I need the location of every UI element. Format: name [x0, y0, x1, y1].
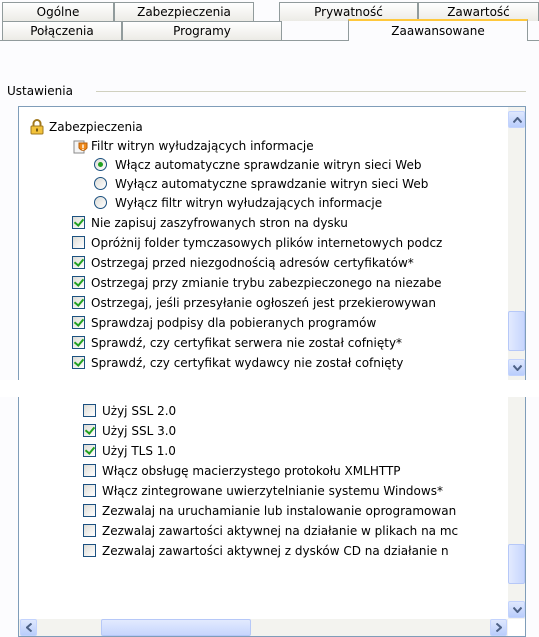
- list-item-label: Sprawdź, czy certyfikat wydawcy nie zost…: [91, 356, 404, 370]
- scroll-thumb[interactable]: [508, 544, 525, 584]
- checkbox-active-content-cd[interactable]: Zezwalaj zawartości aktywnej z dysków CD…: [19, 541, 501, 561]
- checkbox-do-not-save-encrypted[interactable]: Nie zapisuj zaszyfrowanych stron na dysk…: [19, 213, 501, 233]
- checkbox[interactable]: [83, 464, 96, 477]
- radio-button[interactable]: [94, 177, 107, 190]
- checkbox-use-ssl-3[interactable]: Użyj SSL 3.0: [19, 421, 501, 441]
- vertical-scrollbar[interactable]: [508, 107, 525, 380]
- internet-options-dialog-top: Ogólne Zabezpieczenia Prywatność Zawarto…: [0, 0, 539, 380]
- list-item-label: Wyłącz filtr witryn wyłudzających inform…: [115, 196, 383, 210]
- checkbox[interactable]: [72, 236, 85, 249]
- chevron-up-icon: [513, 117, 522, 123]
- checkbox[interactable]: [72, 276, 85, 289]
- checkbox-check-server-cert-revocation[interactable]: Sprawdź, czy certyfikat serwera nie zost…: [19, 333, 501, 353]
- checkbox[interactable]: [83, 444, 96, 457]
- radio-button[interactable]: [94, 196, 107, 209]
- list-item-group-phishing-filter[interactable]: Filtr witryn wyłudzających informacje: [19, 136, 499, 156]
- list-item-label: Włącz obsługę macierzystego protokołu XM…: [102, 464, 401, 478]
- scroll-thumb[interactable]: [508, 311, 525, 351]
- scroll-down-button[interactable]: [508, 601, 525, 618]
- checkbox-check-download-signatures[interactable]: Sprawdzaj podpisy dla pobieranych progra…: [19, 313, 501, 333]
- chevron-right-icon: [496, 623, 502, 632]
- chevron-left-icon: [26, 623, 32, 632]
- list-item-label: Włącz zintegrowane uwierzytelnianie syst…: [102, 484, 443, 498]
- settings-group-label: Ustawienia: [7, 84, 77, 98]
- list-item-label: Wyłącz automatyczne sprawdzanie witryn s…: [115, 177, 429, 191]
- list-item-label: Opróżnij folder tymczasowych plików inte…: [91, 236, 443, 250]
- checkbox[interactable]: [72, 296, 85, 309]
- settings-tree-list-top[interactable]: Zabezpieczenia Filtr witryn wyłudzającyc…: [18, 106, 526, 380]
- checkbox[interactable]: [72, 356, 85, 369]
- horizontal-scrollbar[interactable]: [19, 619, 508, 636]
- checkbox-use-tls-1[interactable]: Użyj TLS 1.0: [19, 441, 501, 461]
- chevron-down-icon: [513, 365, 522, 371]
- checkbox-warn-cert-mismatch[interactable]: Ostrzegaj przed niezgodnością adresów ce…: [19, 253, 501, 273]
- chevron-down-icon: [513, 607, 522, 613]
- checkbox-check-publisher-cert-revocation[interactable]: Sprawdź, czy certyfikat wydawcy nie zost…: [19, 353, 501, 373]
- list-item-label: Sprawdź, czy certyfikat serwera nie zost…: [91, 336, 403, 350]
- checkbox[interactable]: [72, 316, 85, 329]
- list-item-category-security[interactable]: Zabezpieczenia: [19, 117, 499, 137]
- checkbox-warn-post-redirect[interactable]: Ostrzegaj, jeśli przesyłanie ogłoszeń je…: [19, 293, 501, 313]
- radio-button[interactable]: [94, 158, 107, 171]
- tab-connections[interactable]: Połączenia: [2, 21, 122, 40]
- settings-tree-list-bottom[interactable]: Użyj SSL 2.0 Użyj SSL 3.0 Użyj TLS 1.0 W…: [18, 397, 526, 637]
- tab-programs[interactable]: Programy: [122, 21, 282, 40]
- lock-icon: [30, 119, 44, 135]
- vertical-scrollbar[interactable]: [508, 397, 525, 619]
- scroll-down-button[interactable]: [508, 359, 525, 376]
- list-item-label: Nie zapisuj zaszyfrowanych stron na dysk…: [91, 216, 348, 230]
- list-item-label: Sprawdzaj podpisy dla pobieranych progra…: [91, 316, 377, 330]
- list-item-label: Zezwalaj na uruchamianie lub instalowani…: [102, 504, 457, 518]
- checkbox-use-ssl-2[interactable]: Użyj SSL 2.0: [19, 401, 501, 421]
- tab-advanced[interactable]: Zaawansowane: [348, 19, 528, 41]
- checkbox-active-content-local-files[interactable]: Zezwalaj zawartości aktywnej na działani…: [19, 521, 501, 541]
- checkbox[interactable]: [83, 484, 96, 497]
- scroll-left-button[interactable]: [20, 619, 37, 636]
- scroll-right-button[interactable]: [490, 619, 507, 636]
- checkbox-warn-secure-mode-change[interactable]: Ostrzegaj przy zmianie trybu zabezpieczo…: [19, 273, 501, 293]
- tab-row-2: Połączenia Programy Zaawansowane: [0, 19, 539, 41]
- list-item-label: Ostrzegaj przy zmianie trybu zabezpieczo…: [91, 276, 442, 290]
- list-item-label: Ostrzegaj przed niezgodnością adresów ce…: [91, 256, 414, 270]
- checkbox[interactable]: [83, 544, 96, 557]
- tab-general[interactable]: Ogólne: [2, 2, 114, 21]
- checkbox-allow-software-install[interactable]: Zezwalaj na uruchamianie lub instalowani…: [19, 501, 501, 521]
- radio-enable-auto-check[interactable]: Włącz automatyczne sprawdzanie witryn si…: [19, 155, 499, 175]
- checkbox-native-xmlhttp[interactable]: Włącz obsługę macierzystego protokołu XM…: [19, 461, 501, 481]
- checkbox[interactable]: [72, 216, 85, 229]
- list-item-label: Ostrzegaj, jeśli przesyłanie ogłoszeń je…: [91, 296, 437, 310]
- list-item-label: Zezwalaj zawartości aktywnej z dysków CD…: [102, 544, 449, 558]
- list-item-label: Zezwalaj zawartości aktywnej na działani…: [102, 524, 459, 538]
- checkbox[interactable]: [83, 424, 96, 437]
- scroll-up-button[interactable]: [508, 111, 525, 128]
- horizontal-scroll-thumb[interactable]: [101, 619, 251, 636]
- checkbox[interactable]: [83, 504, 96, 517]
- list-item-label: Filtr witryn wyłudzających informacje: [91, 139, 314, 153]
- phishing-filter-icon: [73, 140, 88, 154]
- list-item-label: Włącz automatyczne sprawdzanie witryn si…: [115, 158, 422, 172]
- list-item-label: Użyj SSL 3.0: [102, 424, 177, 438]
- tab-security[interactable]: Zabezpieczenia: [114, 2, 254, 21]
- checkbox[interactable]: [72, 336, 85, 349]
- list-item-label: Użyj SSL 2.0: [102, 404, 177, 418]
- settings-group-rule: [96, 91, 526, 92]
- list-item-label: Zabezpieczenia: [49, 120, 143, 134]
- checkbox-windows-integrated-auth[interactable]: Włącz zintegrowane uwierzytelnianie syst…: [19, 481, 501, 501]
- internet-options-dialog-bottom: Użyj SSL 2.0 Użyj SSL 3.0 Użyj TLS 1.0 W…: [0, 397, 539, 637]
- radio-disable-auto-check[interactable]: Wyłącz automatyczne sprawdzanie witryn s…: [19, 174, 499, 194]
- list-item-label: Użyj TLS 1.0: [102, 444, 176, 458]
- checkbox[interactable]: [83, 404, 96, 417]
- radio-disable-filter[interactable]: Wyłącz filtr witryn wyłudzających inform…: [19, 193, 499, 213]
- checkbox[interactable]: [83, 524, 96, 537]
- checkbox[interactable]: [72, 256, 85, 269]
- checkbox-empty-temp-folder[interactable]: Opróżnij folder tymczasowych plików inte…: [19, 233, 501, 253]
